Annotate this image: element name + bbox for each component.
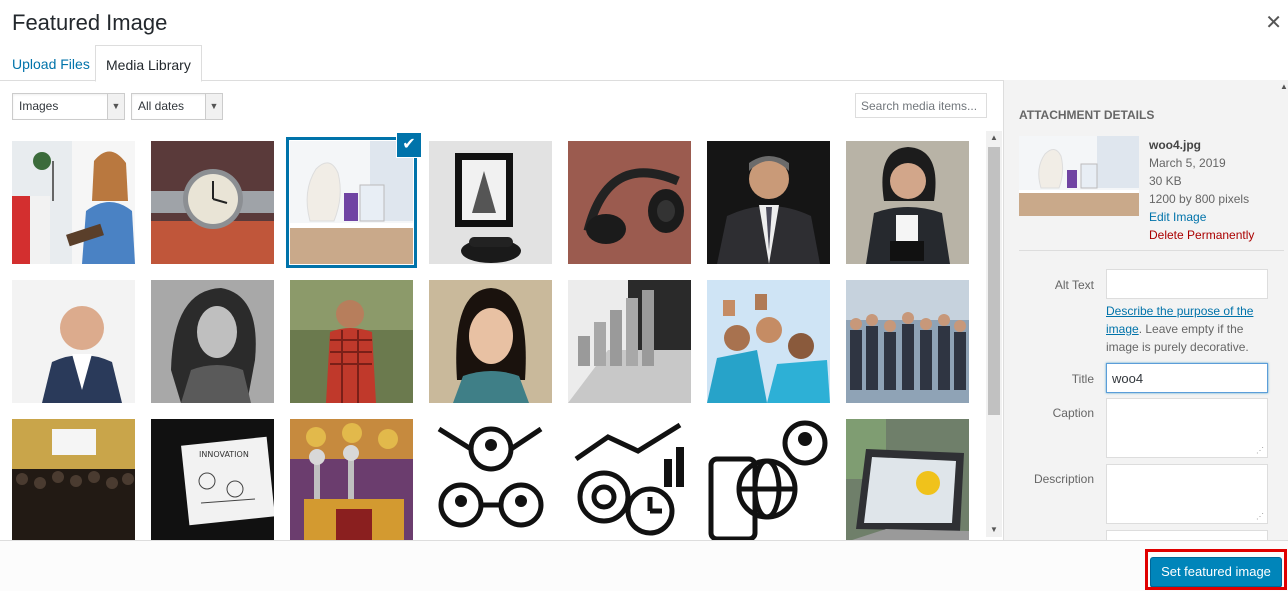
media-item-devices-globe-icon[interactable] bbox=[707, 419, 830, 542]
edit-image-link[interactable]: Edit Image bbox=[1149, 208, 1254, 226]
media-grid-scrollbar[interactable]: ▲ ▼ bbox=[986, 131, 1002, 537]
media-item-smiling-girl[interactable] bbox=[429, 280, 552, 403]
tab-bar: Upload Files Media Library bbox=[0, 45, 1004, 82]
description-field[interactable]: ⋰ bbox=[1106, 464, 1268, 524]
date-filter[interactable]: All dates ▼ bbox=[131, 93, 223, 120]
close-icon[interactable]: ✕ bbox=[1265, 10, 1282, 35]
resize-grip-icon[interactable]: ⋰ bbox=[1256, 447, 1264, 455]
selected-checkmark-icon[interactable]: ✔ bbox=[397, 133, 421, 157]
attachment-size: 30 KB bbox=[1149, 174, 1182, 188]
alt-text-field[interactable] bbox=[1106, 269, 1268, 299]
attachment-meta: woo4.jpg March 5, 2019 30 KB 1200 by 800… bbox=[1149, 136, 1254, 244]
media-item-headphones[interactable] bbox=[568, 141, 691, 264]
media-item-wristwatch[interactable] bbox=[151, 141, 274, 264]
chevron-down-icon: ▼ bbox=[107, 94, 124, 119]
media-item-coins-laptop[interactable] bbox=[568, 280, 691, 403]
attachment-details-heading: Attachment Details bbox=[1019, 108, 1155, 122]
tab-media-library[interactable]: Media Library bbox=[95, 45, 202, 82]
divider bbox=[1019, 250, 1284, 251]
caption-label: Caption bbox=[1052, 406, 1094, 420]
caption-field[interactable]: ⋰ bbox=[1106, 398, 1268, 458]
media-item-gears-chart-icon[interactable] bbox=[568, 419, 691, 542]
scroll-up-icon[interactable]: ▲ bbox=[1280, 82, 1288, 91]
attachment-dimensions: 1200 by 800 pixels bbox=[1149, 192, 1250, 206]
attachment-filename: woo4.jpg bbox=[1149, 138, 1201, 152]
title-field[interactable] bbox=[1106, 363, 1268, 393]
media-item-businesswoman-tablet[interactable] bbox=[846, 141, 969, 264]
next-field[interactable] bbox=[1106, 530, 1268, 540]
modal-title: Featured Image bbox=[12, 10, 168, 35]
tab-upload-files[interactable]: Upload Files bbox=[2, 45, 100, 81]
delete-permanently-link[interactable]: Delete Permanently bbox=[1149, 226, 1254, 244]
media-item-innovation-sketch[interactable]: INNOVATION bbox=[151, 419, 274, 542]
media-type-filter[interactable]: Images ▼ bbox=[12, 93, 125, 120]
media-item-woman-reading[interactable] bbox=[12, 141, 135, 264]
media-item-laptop-screen[interactable] bbox=[846, 419, 969, 542]
media-item-framed-photo-telephone[interactable] bbox=[429, 141, 552, 264]
attachment-details-sidebar: ▲ Attachment Details woo4.jpg March 5, 2… bbox=[1004, 80, 1288, 540]
media-item-man-checked-shirt[interactable] bbox=[290, 280, 413, 403]
scrollbar-thumb[interactable] bbox=[988, 147, 1000, 415]
highlight-box bbox=[1145, 549, 1287, 590]
media-item-vase-woo4[interactable] bbox=[290, 141, 413, 264]
scroll-down-icon[interactable]: ▼ bbox=[986, 523, 1002, 537]
media-item-conference-audience[interactable] bbox=[12, 419, 135, 542]
media-type-value: Images bbox=[19, 99, 59, 113]
scroll-up-icon[interactable]: ▲ bbox=[986, 131, 1002, 145]
alt-text-label: Alt Text bbox=[1054, 278, 1094, 292]
description-label: Description bbox=[1033, 472, 1094, 486]
media-item-thumbs-up-group[interactable] bbox=[707, 280, 830, 403]
media-item-businessman[interactable] bbox=[707, 141, 830, 264]
alt-text-help: Describe the purpose of the image. Leave… bbox=[1106, 302, 1276, 356]
title-label: Title bbox=[1071, 372, 1094, 386]
attachment-preview bbox=[1019, 136, 1139, 216]
attachment-date: March 5, 2019 bbox=[1149, 156, 1226, 170]
search-media-input[interactable] bbox=[855, 93, 987, 118]
modal-footer bbox=[0, 540, 1288, 591]
media-item-crowd-hall[interactable] bbox=[846, 280, 969, 403]
featured-image-modal: Featured Image ✕ Upload Files Media Libr… bbox=[0, 0, 1288, 591]
resize-grip-icon[interactable]: ⋰ bbox=[1256, 513, 1264, 521]
chevron-down-icon: ▼ bbox=[205, 94, 222, 119]
media-item-network-people-icon[interactable] bbox=[429, 419, 552, 542]
media-item-smiling-man[interactable] bbox=[12, 280, 135, 403]
date-filter-value: All dates bbox=[138, 99, 185, 113]
media-item-trophies[interactable] bbox=[290, 419, 413, 542]
sidebar-scrollbar[interactable]: ▲ bbox=[1280, 80, 1288, 540]
svg-text:INNOVATION: INNOVATION bbox=[199, 450, 249, 459]
media-item-woman-portrait[interactable] bbox=[151, 280, 274, 403]
